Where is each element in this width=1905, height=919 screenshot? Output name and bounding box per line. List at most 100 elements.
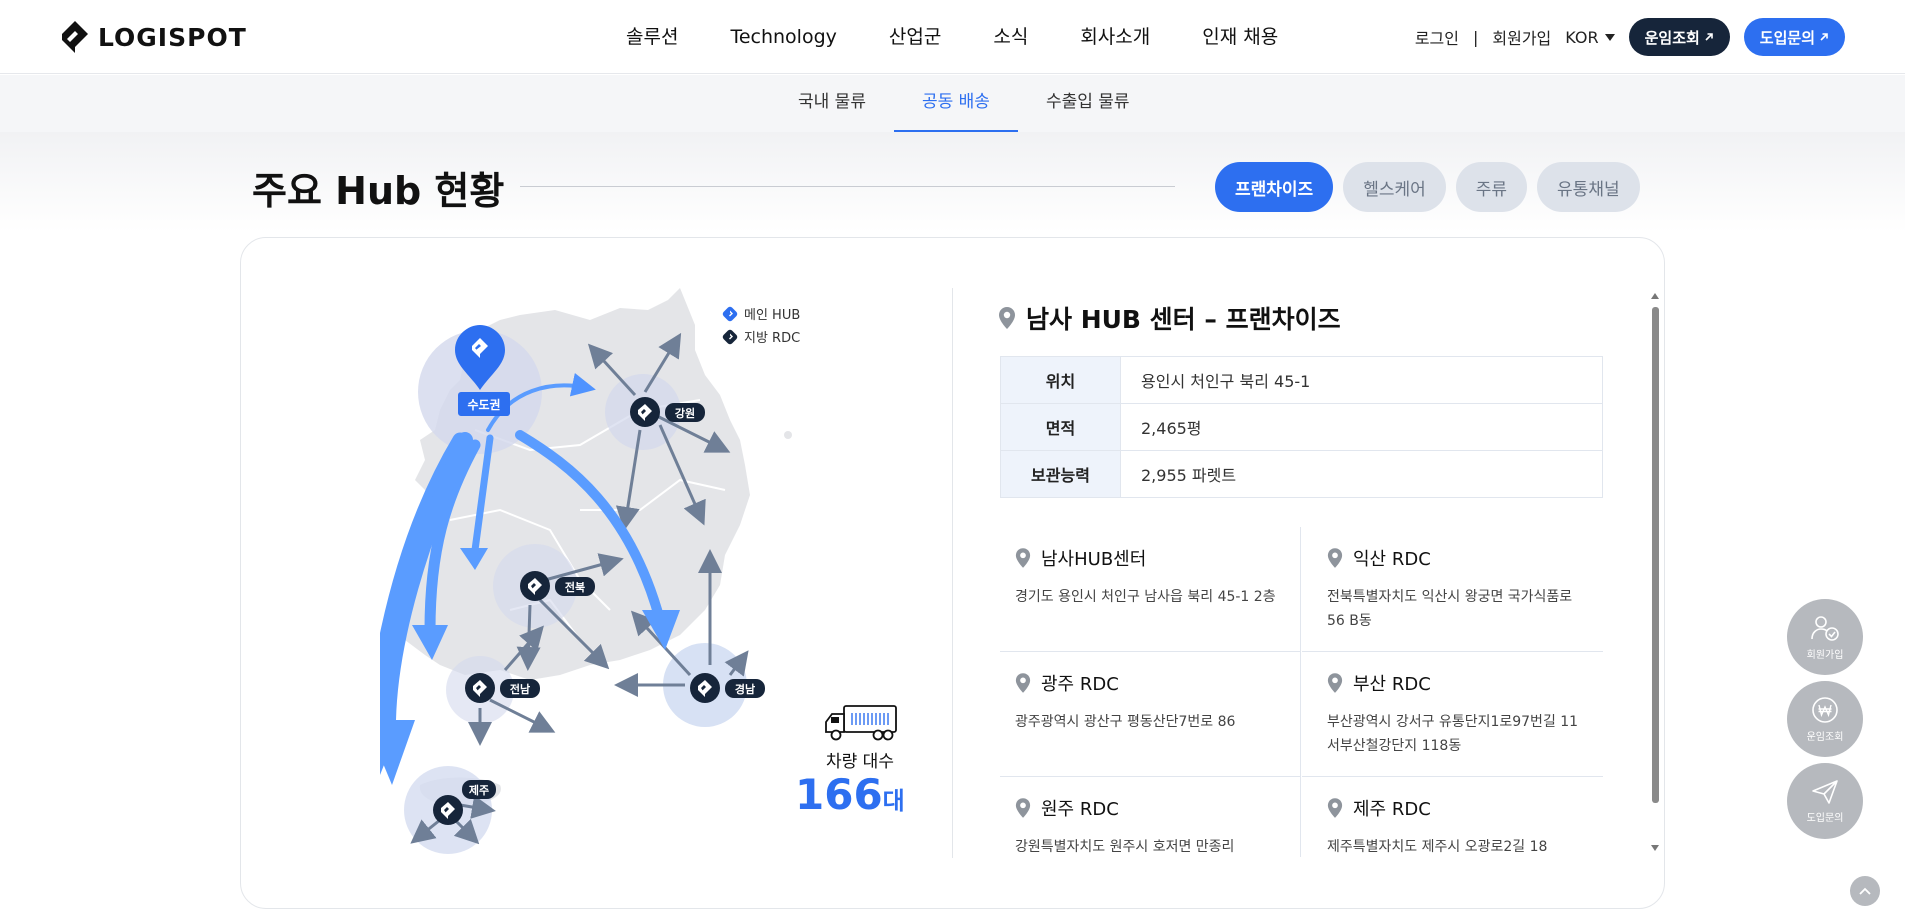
nav-solution[interactable]: 솔루션 bbox=[600, 22, 704, 52]
center-address: 부산광역시 강서구 유통단지1로97번길 11 서부산철강단지 118동 bbox=[1327, 714, 1579, 754]
center-list: 남사HUB센터 경기도 용인시 처인구 남사읍 북리 45-1 2층 익산 RD… bbox=[1000, 527, 1603, 857]
hub-label-capital: 수도권 bbox=[467, 398, 500, 412]
sub-tabs: 국내 물류 공동 배송 수출입 물류 bbox=[770, 75, 1158, 132]
center-address: 강원특별자치도 원주시 호저면 만종리 bbox=[1015, 839, 1235, 855]
center-address: 광주광역시 광산구 평동산단7번로 86 bbox=[1015, 714, 1236, 730]
login-link[interactable]: 로그인 bbox=[1415, 25, 1459, 49]
vehicle-count-number: 166 bbox=[795, 770, 883, 819]
main-hub-icon bbox=[722, 306, 738, 321]
inquiry-button-label: 도입문의 bbox=[1759, 28, 1815, 47]
site-header: LOGISPOT 솔루션 Technology 산업군 소식 회사소개 인재 채… bbox=[0, 0, 1905, 74]
scroll-up-arrow-icon[interactable] bbox=[1651, 293, 1659, 299]
center-item[interactable]: 제주 RDC 제주특별자치도 제주시 오광로2길 18 bbox=[1302, 777, 1603, 857]
scroll-down-arrow-icon[interactable] bbox=[1651, 845, 1659, 851]
floating-inquiry-label: 도입문의 bbox=[1806, 812, 1844, 824]
nav-industry[interactable]: 산업군 bbox=[863, 22, 967, 52]
info-key-area: 면적 bbox=[1000, 403, 1121, 451]
regional-rdc-icon bbox=[722, 329, 738, 344]
info-key-capacity: 보관능력 bbox=[1000, 450, 1121, 498]
info-value-capacity: 2,955 파렛트 bbox=[1120, 450, 1603, 498]
hub-label-jeju: 제주 bbox=[469, 783, 489, 797]
location-pin-icon bbox=[1327, 548, 1343, 568]
location-pin-icon bbox=[1015, 798, 1031, 818]
info-key-location: 위치 bbox=[1000, 356, 1121, 404]
filter-chips: 프랜차이즈 헬스케어 주류 유통채널 bbox=[1215, 162, 1640, 212]
detail-title: 남사 HUB 센터 – 프랜차이즈 bbox=[1026, 305, 1341, 334]
language-select[interactable]: KOR bbox=[1565, 27, 1615, 47]
vehicle-count: 166 대 bbox=[795, 770, 905, 819]
center-address: 제주특별자치도 제주시 오광로2길 18 bbox=[1327, 839, 1548, 855]
location-pin-icon bbox=[1327, 798, 1343, 818]
arrow-up-right-icon bbox=[1705, 33, 1713, 41]
center-item[interactable]: 익산 RDC 전북특별자치도 익산시 왕궁면 국가식품로 56 B동 bbox=[1302, 527, 1603, 652]
legend-regional-rdc: 지방 RDC bbox=[722, 325, 800, 348]
user-check-icon bbox=[1811, 615, 1839, 641]
nav-technology[interactable]: Technology bbox=[704, 22, 862, 52]
arrow-up-right-icon bbox=[1820, 33, 1828, 41]
filter-healthcare[interactable]: 헬스케어 bbox=[1343, 162, 1446, 212]
inquiry-button[interactable]: 도입문의 bbox=[1743, 18, 1845, 56]
center-name: 부산 RDC bbox=[1353, 674, 1431, 695]
hub-label-jeonbuk: 전북 bbox=[565, 580, 585, 594]
scroll-top-button[interactable] bbox=[1850, 876, 1880, 906]
paper-plane-icon bbox=[1812, 779, 1838, 804]
logo[interactable]: LOGISPOT bbox=[60, 20, 247, 54]
floating-inquiry-button[interactable]: 도입문의 bbox=[1787, 763, 1863, 839]
table-row: 보관능력 2,955 파렛트 bbox=[1000, 450, 1603, 498]
center-name: 원주 RDC bbox=[1041, 799, 1119, 820]
won-coin-icon bbox=[1812, 696, 1838, 723]
info-value-location: 용인시 처인구 북리 45-1 bbox=[1120, 356, 1603, 404]
card-divider bbox=[952, 288, 953, 858]
center-address: 경기도 용인시 처인구 남사읍 북리 45-1 2층 bbox=[1015, 589, 1276, 605]
floating-signup-label: 회원가입 bbox=[1806, 649, 1844, 661]
legend-main-hub-label: 메인 HUB bbox=[744, 308, 801, 323]
filter-distribution[interactable]: 유통채널 bbox=[1537, 162, 1640, 212]
nav-news[interactable]: 소식 bbox=[967, 22, 1054, 52]
tab-joint-delivery[interactable]: 공동 배송 bbox=[893, 75, 1018, 132]
tab-domestic[interactable]: 국내 물류 bbox=[770, 75, 894, 132]
truck-icon bbox=[825, 705, 897, 741]
chevron-up-icon bbox=[1859, 887, 1871, 895]
center-item[interactable]: 원주 RDC 강원특별자치도 원주시 호저면 만종리 bbox=[1000, 777, 1301, 857]
caret-down-icon bbox=[1604, 33, 1615, 41]
track-button[interactable]: 운임조회 bbox=[1628, 18, 1730, 56]
scroll-thumb[interactable] bbox=[1652, 307, 1659, 803]
legend-main-hub: 메인 HUB bbox=[722, 302, 800, 325]
hub-label-gangwon: 강원 bbox=[675, 406, 695, 420]
legend-regional-rdc-label: 지방 RDC bbox=[744, 331, 801, 346]
filter-liquor[interactable]: 주류 bbox=[1455, 162, 1528, 212]
hub-label-jeonnam: 전남 bbox=[510, 682, 530, 696]
center-name: 익산 RDC bbox=[1353, 549, 1431, 570]
info-value-area: 2,465평 bbox=[1120, 403, 1603, 451]
detail-scrollbar[interactable] bbox=[1651, 293, 1660, 851]
signup-link[interactable]: 회원가입 bbox=[1492, 25, 1551, 49]
vehicle-count-unit: 대 bbox=[882, 787, 905, 815]
floating-signup-button[interactable]: 회원가입 bbox=[1787, 599, 1863, 675]
map-legend: 메인 HUB 지방 RDC bbox=[722, 302, 800, 348]
main-nav: 솔루션 Technology 산업군 소식 회사소개 인재 채용 bbox=[600, 22, 1304, 52]
floating-track-label: 운임조회 bbox=[1806, 731, 1844, 743]
hub-label-gyeongnam: 경남 bbox=[735, 682, 755, 696]
table-row: 면적 2,465평 bbox=[1000, 403, 1603, 451]
center-item[interactable]: 광주 RDC 광주광역시 광산구 평동산단7번로 86 bbox=[1000, 652, 1301, 777]
filter-franchise[interactable]: 프랜차이즈 bbox=[1215, 162, 1334, 212]
utility-nav: 로그인 | 회원가입 KOR 운임조회 도입문의 bbox=[1415, 18, 1845, 56]
nav-about[interactable]: 회사소개 bbox=[1054, 22, 1176, 52]
section-title: 주요 Hub 현황 bbox=[252, 169, 505, 213]
table-row: 위치 용인시 처인구 북리 45-1 bbox=[1000, 356, 1603, 404]
center-item[interactable]: 남사HUB센터 경기도 용인시 처인구 남사읍 북리 45-1 2층 bbox=[1000, 527, 1301, 652]
location-pin-icon bbox=[999, 307, 1015, 329]
nav-careers[interactable]: 인재 채용 bbox=[1176, 22, 1304, 52]
center-item[interactable]: 부산 RDC 부산광역시 강서구 유통단지1로97번길 11 서부산철강단지 1… bbox=[1302, 652, 1603, 777]
vehicle-count-label: 차량 대수 bbox=[826, 752, 894, 772]
track-button-label: 운임조회 bbox=[1644, 28, 1700, 47]
tab-import-export[interactable]: 수출입 물류 bbox=[1018, 75, 1158, 132]
title-divider bbox=[520, 186, 1175, 187]
center-name: 제주 RDC bbox=[1353, 799, 1431, 820]
center-name: 남사HUB센터 bbox=[1041, 549, 1147, 570]
hub-info-table: 위치 용인시 처인구 북리 45-1 면적 2,465평 보관능력 2,955 … bbox=[1000, 356, 1603, 498]
language-label: KOR bbox=[1565, 27, 1599, 47]
logo-text: LOGISPOT bbox=[98, 22, 247, 52]
location-pin-icon bbox=[1015, 673, 1031, 693]
floating-track-button[interactable]: 운임조회 bbox=[1787, 681, 1863, 757]
